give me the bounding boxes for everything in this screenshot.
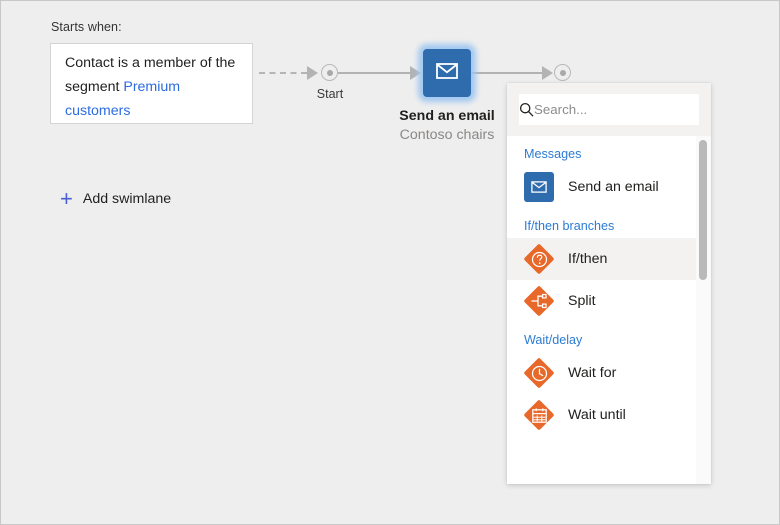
plus-icon: + (60, 188, 73, 210)
group-header-messages: Messages (507, 136, 696, 166)
search-box[interactable] (519, 94, 699, 125)
trigger-card[interactable]: Contact is a member of the segment Premi… (50, 43, 253, 124)
list-item-label: If/then (568, 251, 607, 267)
list-item-wait-for[interactable]: Wait for (507, 352, 696, 394)
start-circle-icon[interactable] (321, 64, 338, 81)
connector-arrowhead-to-start (307, 66, 318, 80)
list-item-label: Send an email (568, 179, 659, 195)
list-item-send-an-email[interactable]: Send an email (507, 166, 696, 208)
trigger-card-text: Contact is a member of the segment Premi… (65, 51, 241, 123)
add-step-flyout-panel: Messages Send an email If/then branches (507, 83, 711, 484)
workflow-canvas: Starts when: Contact is a member of the … (0, 0, 780, 525)
group-header-wait-delay: Wait/delay (507, 322, 696, 352)
connector-email-to-end (471, 72, 545, 74)
split-arrow-icon (524, 286, 554, 316)
group-header-if-then-branches: If/then branches (507, 208, 696, 238)
connector-start-to-email (338, 72, 410, 74)
search-icon (519, 102, 534, 117)
envelope-icon (436, 63, 458, 84)
add-swimlane-button[interactable]: + Add swimlane (60, 188, 171, 210)
panel-scrollbar[interactable] (696, 136, 711, 484)
list-item-label: Wait for (568, 365, 616, 381)
list-item-label: Split (568, 293, 596, 309)
end-circle-icon[interactable] (554, 64, 571, 81)
connector-arrowhead-to-end (542, 66, 553, 80)
panel-scrollbar-thumb[interactable] (699, 140, 707, 280)
step-type-list: Messages Send an email If/then branches (507, 136, 696, 484)
question-mark-icon (524, 244, 554, 274)
envelope-icon (524, 172, 554, 202)
search-input[interactable] (534, 102, 711, 117)
calendar-icon (524, 400, 554, 430)
list-item-label: Wait until (568, 407, 626, 423)
starts-when-label: Starts when: (51, 20, 122, 34)
start-label: Start (307, 87, 353, 101)
clock-icon (524, 358, 554, 388)
email-node[interactable] (423, 49, 471, 97)
list-item-wait-until[interactable]: Wait until (507, 394, 696, 436)
add-swimlane-label: Add swimlane (83, 191, 171, 207)
connector-dashed-trigger-to-start (259, 72, 307, 74)
list-item-split[interactable]: Split (507, 280, 696, 322)
list-item-if-then[interactable]: If/then (507, 238, 696, 280)
